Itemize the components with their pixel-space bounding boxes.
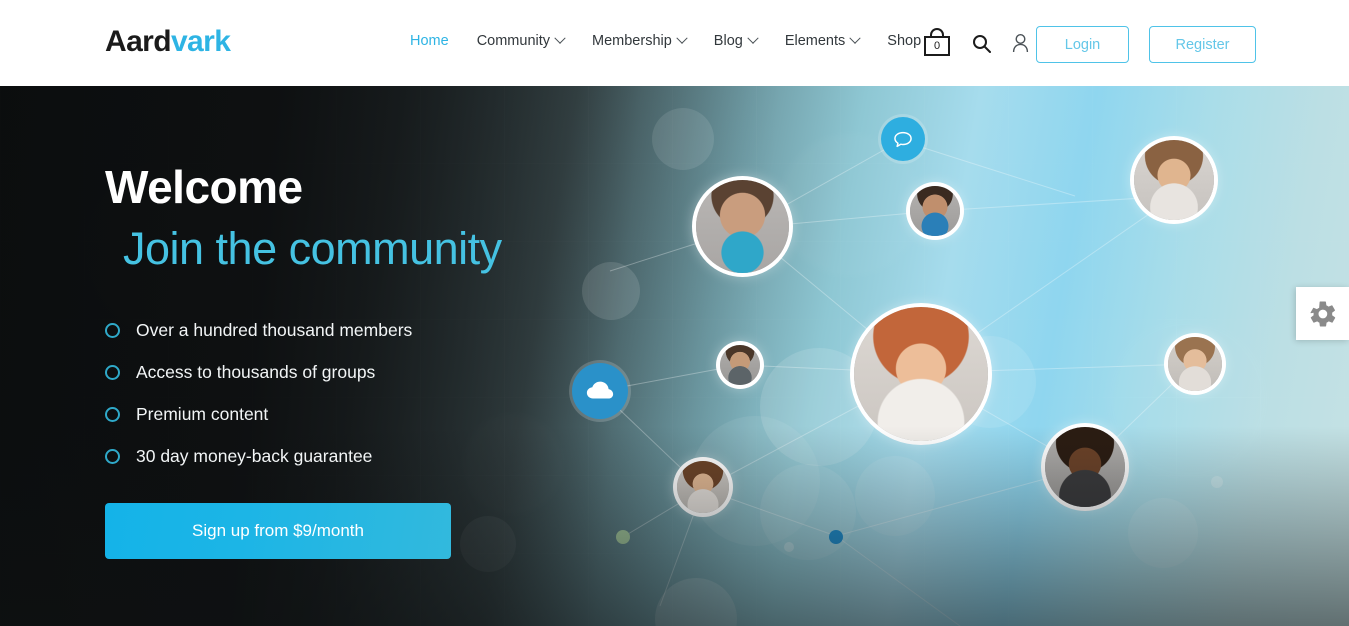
avatar[interactable] [854,307,988,441]
nav-item-home[interactable]: Home [396,33,463,49]
nav-item-membership[interactable]: Membership [578,32,700,49]
gear-icon [1310,300,1335,327]
signup-cta-button[interactable]: Sign up from $9/month [105,503,451,559]
chevron-down-icon [747,32,759,44]
cloud-node[interactable] [572,363,628,419]
logo-text-primary: Aard [105,25,172,58]
nav-label-shop: Shop [887,33,922,49]
logo-text-accent: vark [170,25,231,58]
list-item: Access to thousands of groups [105,351,502,393]
circle-bullet-icon [105,364,120,380]
header-icon-group: 0 [922,28,1030,58]
circle-bullet-icon [105,322,120,338]
cloud-icon [586,381,614,399]
avatar[interactable] [1168,337,1222,391]
list-item: 30 day money-back guarantee [105,435,502,477]
list-item: Premium content [105,393,502,435]
nav-label-membership: Membership [592,33,672,49]
nav-label-home: Home [410,33,449,49]
main-navigation: Home Community Membership Blog Elements … [396,32,949,49]
chevron-down-icon [676,32,688,44]
list-item: Over a hundred thousand members [105,309,502,351]
cart-count-badge: 0 [924,36,950,56]
feature-label: Over a hundred thousand members [136,319,413,340]
avatar-photo [854,307,988,441]
avatar[interactable] [910,186,960,236]
feature-label: 30 day money-back guarantee [136,445,373,466]
feature-label: Access to thousands of groups [136,361,376,382]
hero-content: Welcome Join the community Over a hundre… [105,164,502,559]
chevron-down-icon [554,32,566,44]
avatar-photo [1168,337,1222,391]
hero-subheading: Join the community [123,223,502,274]
login-button[interactable]: Login [1036,26,1129,63]
avatar[interactable] [1134,140,1214,220]
avatar[interactable] [696,180,789,273]
avatar-photo [720,345,760,385]
chat-bubble-node[interactable] [881,117,925,161]
nav-label-community: Community [476,33,551,49]
avatar-photo [1134,140,1214,220]
hero-feature-list: Over a hundred thousand members Access t… [105,309,502,477]
search-icon[interactable] [972,34,991,53]
site-logo[interactable]: Aardvark [105,25,231,58]
nav-label-blog: Blog [713,33,743,49]
bokeh-circle [652,108,714,170]
feature-label: Premium content [136,403,269,424]
nav-item-elements[interactable]: Elements [771,32,873,49]
nav-item-community[interactable]: Community [463,32,578,49]
user-account-icon[interactable] [1011,33,1030,53]
avatar-photo [910,186,960,236]
avatar-photo [696,180,789,273]
chevron-down-icon [849,32,861,44]
circle-bullet-icon [105,448,120,464]
hero-section: Welcome Join the community Over a hundre… [0,86,1349,626]
avatar[interactable] [720,345,760,385]
site-header: Aardvark Home Community Membership Blog … [0,0,1349,86]
settings-panel-toggle[interactable] [1296,287,1349,340]
nav-item-blog[interactable]: Blog [700,32,771,49]
register-button[interactable]: Register [1149,26,1256,63]
nav-label-elements: Elements [784,33,846,49]
auth-button-group: Login Register [1036,26,1256,63]
cart-icon[interactable]: 0 [922,28,952,58]
hero-heading: Welcome [105,161,303,213]
bokeh-circle [582,262,640,320]
chat-bubble-icon [894,131,912,148]
circle-bullet-icon [105,406,120,422]
